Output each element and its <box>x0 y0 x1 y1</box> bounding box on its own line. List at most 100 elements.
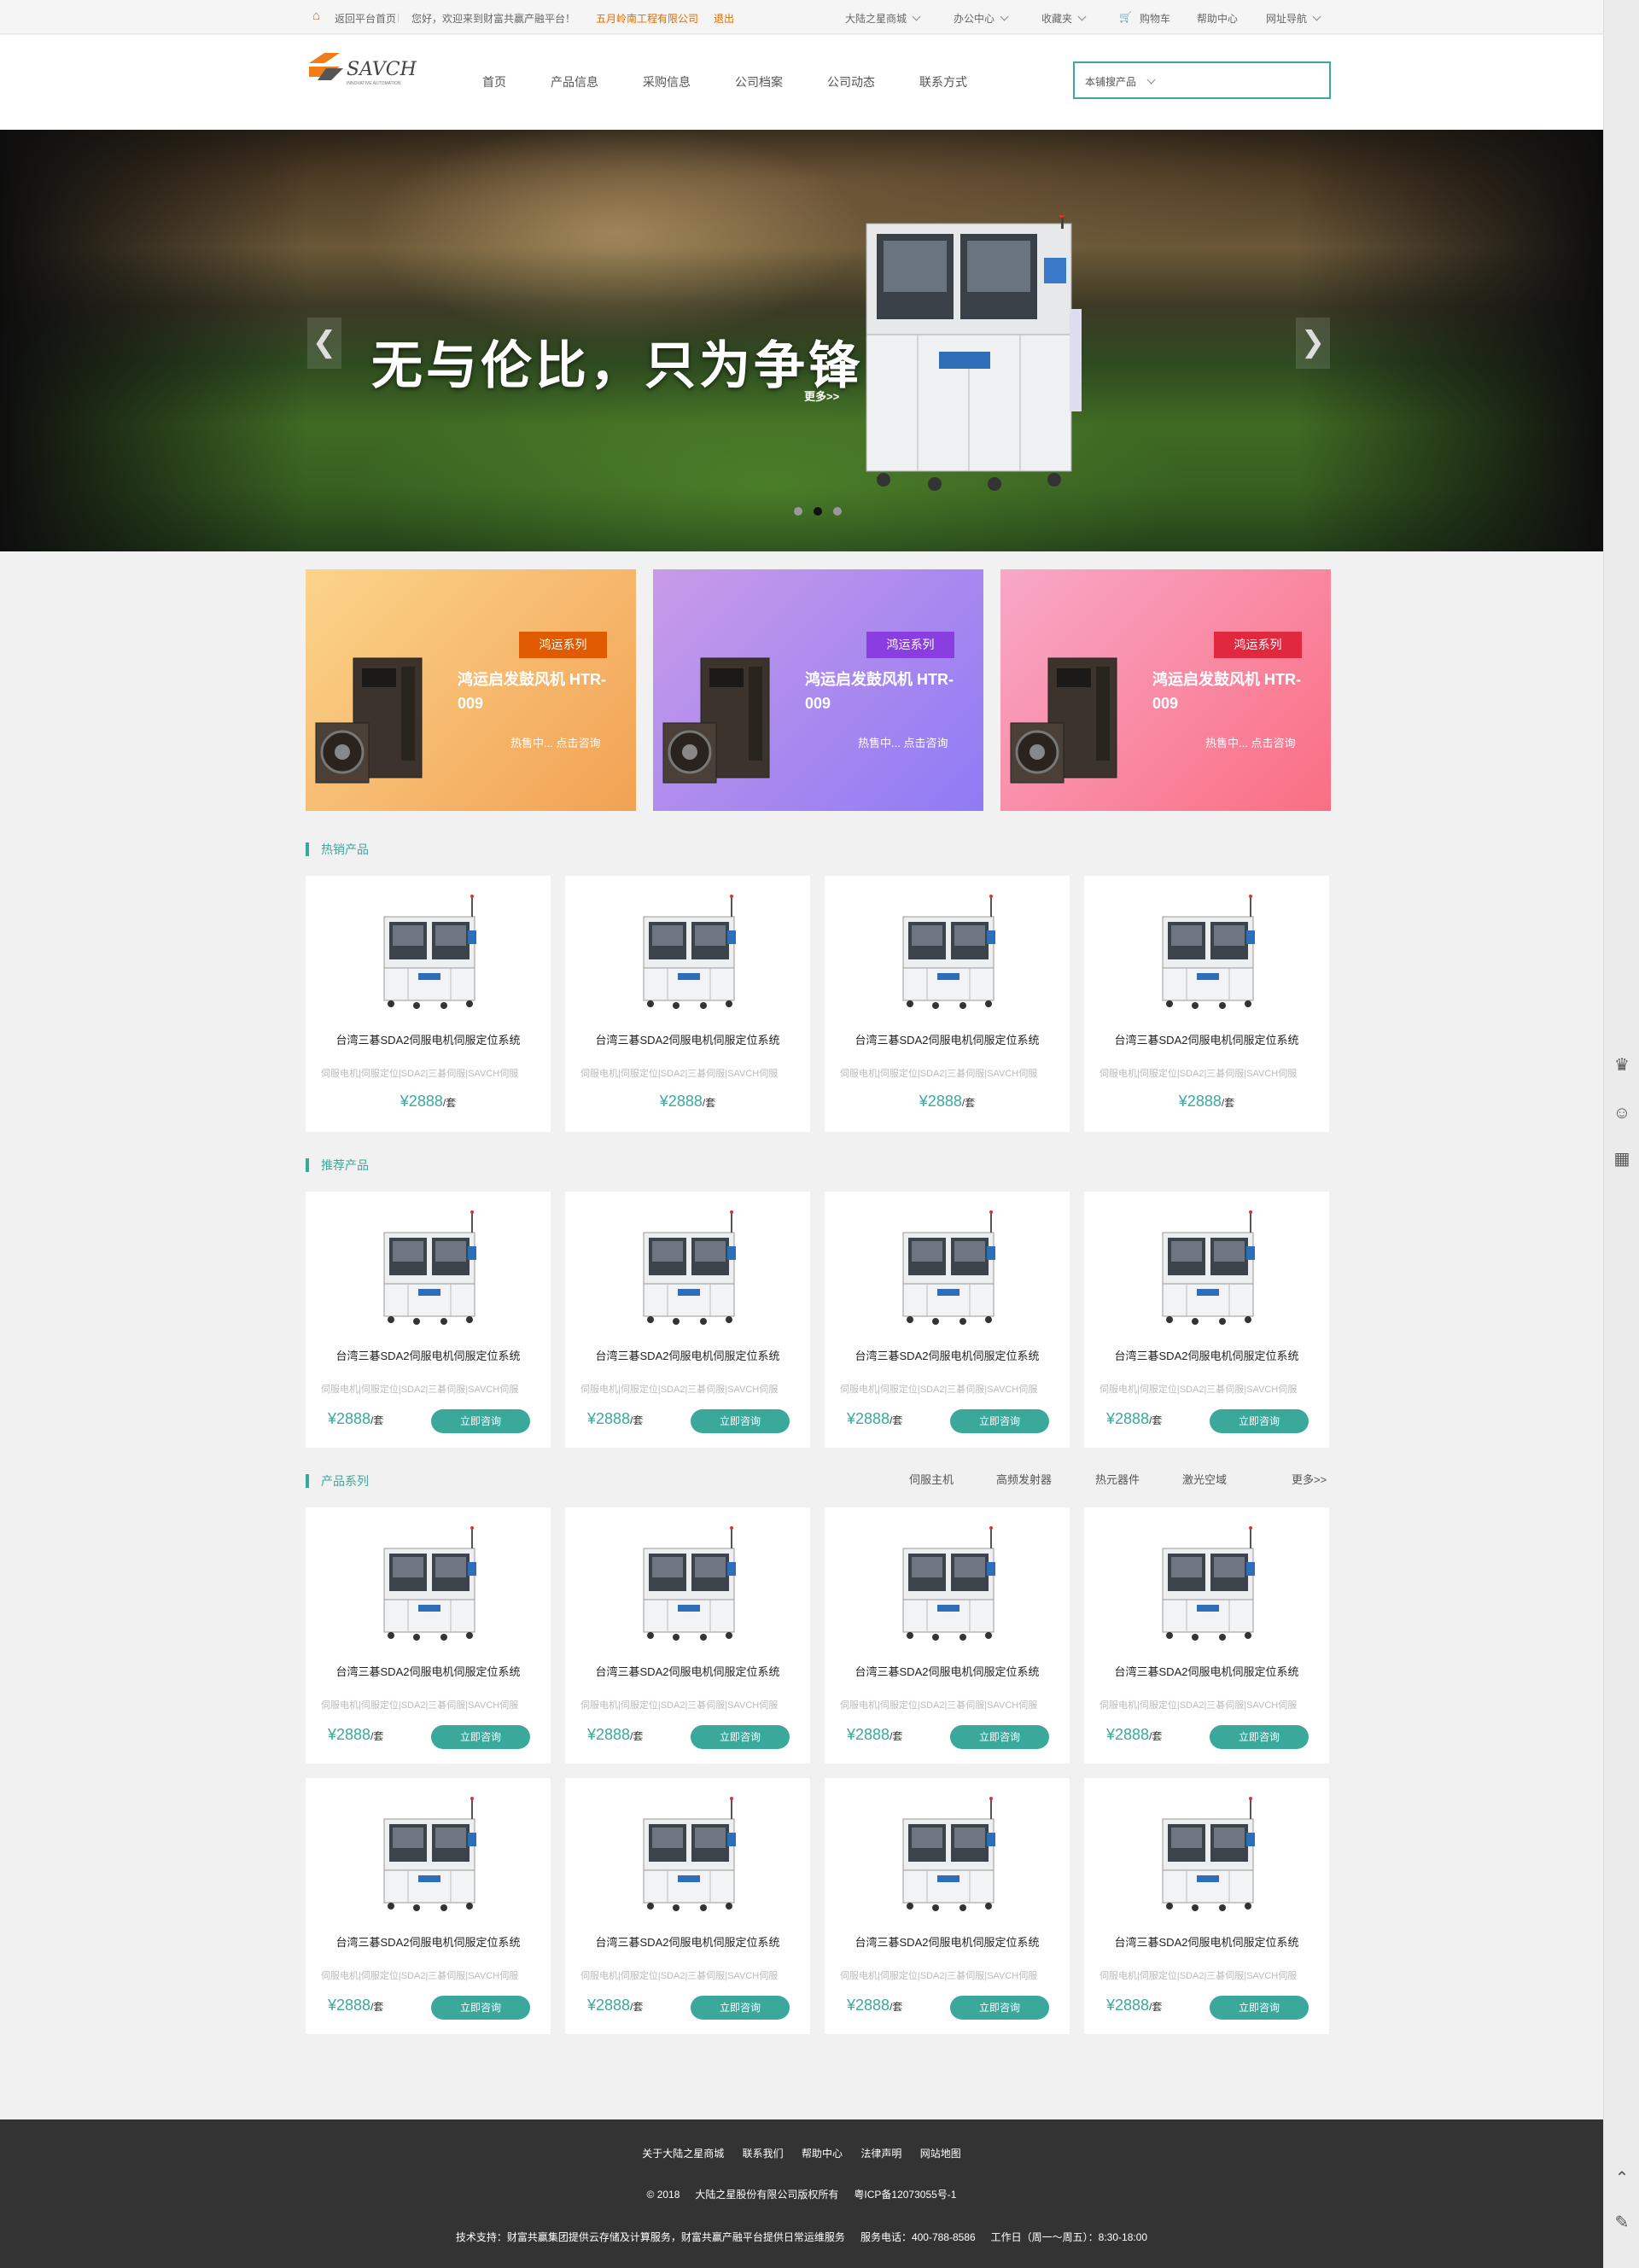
footer-link-legal[interactable]: 法律声明 <box>860 2148 901 2160</box>
series-tab-1[interactable]: 伺服主机 <box>909 1471 954 1487</box>
consult-button[interactable]: 立即咨询 <box>691 1725 790 1749</box>
product-card[interactable]: 台湾三碁SDA2伺服电机伺服定位系统 伺服电机|伺服定位|SDA2|三碁伺服|SA… <box>565 1192 810 1448</box>
back-to-top-icon[interactable]: ⌃ <box>1612 2168 1632 2189</box>
cart-icon[interactable]: 🛒 <box>1119 11 1132 23</box>
series-tab-2[interactable]: 高频发射器 <box>996 1471 1052 1487</box>
search-input[interactable] <box>1169 70 1322 90</box>
consult-button[interactable]: 立即咨询 <box>431 1725 530 1749</box>
feedback-edit-icon[interactable]: ✎ <box>1612 2213 1632 2233</box>
consult-button[interactable]: 立即咨询 <box>431 1409 530 1433</box>
product-desc: 伺服电机|伺服定位|SDA2|三碁伺服|SAVCH伺服 <box>321 1385 519 1395</box>
product-title[interactable]: 台湾三碁SDA2伺服电机伺服定位系统 <box>1084 1663 1329 1679</box>
product-card[interactable]: 台湾三碁SDA2伺服电机伺服定位系统伺服电机|伺服定位|SDA2|三碁伺服|SA… <box>306 1192 551 1448</box>
company-link[interactable]: 五月岭南工程有限公司 <box>596 11 698 26</box>
product-image <box>902 1210 995 1325</box>
slide-dot-2[interactable] <box>814 507 822 516</box>
menu-sitenav[interactable]: 网址导航 <box>1266 11 1321 26</box>
product-card[interactable]: 台湾三碁SDA2伺服电机伺服定位系统 伺服电机|伺服定位|SDA2|三碁伺服|SA… <box>1084 1192 1329 1448</box>
product-title[interactable]: 台湾三碁SDA2伺服电机伺服定位系统 <box>1084 1347 1329 1363</box>
footer-link-about[interactable]: 关于大陆之星商城 <box>642 2148 724 2160</box>
product-card[interactable]: 台湾三碁SDA2伺服电机伺服定位系统 伺服电机|伺服定位|SDA2|三碁伺服|SA… <box>825 1192 1070 1448</box>
consult-button[interactable]: 立即咨询 <box>1210 1725 1309 1749</box>
footer-link-sitemap[interactable]: 网站地图 <box>920 2148 961 2160</box>
consult-button[interactable]: 立即咨询 <box>691 1996 790 2020</box>
product-card[interactable]: 台湾三碁SDA2伺服电机伺服定位系统 伺服电机|伺服定位|SDA2|三碁伺服|SA… <box>825 1778 1070 2034</box>
product-title[interactable]: 台湾三碁SDA2伺服电机伺服定位系统 <box>565 1031 810 1047</box>
series-tab-4[interactable]: 激光空域 <box>1182 1471 1227 1487</box>
slide-dot-1[interactable] <box>794 507 802 516</box>
menu-favorites[interactable]: 收藏夹 <box>1041 11 1087 26</box>
product-card[interactable]: 台湾三碁SDA2伺服电机伺服定位系统 伺服电机|伺服定位|SDA2|三碁伺服|SA… <box>1084 1507 1329 1764</box>
menu-mall[interactable]: 大陆之星商城 <box>845 11 921 26</box>
consult-button[interactable]: 立即咨询 <box>950 1996 1049 2020</box>
product-card[interactable]: 台湾三碁SDA2伺服电机伺服定位系统 伺服电机|伺服定位|SDA2|三碁伺服|SA… <box>306 1507 551 1764</box>
product-title[interactable]: 台湾三碁SDA2伺服电机伺服定位系统 <box>565 1347 810 1363</box>
product-title[interactable]: 台湾三碁SDA2伺服电机伺服定位系统 <box>306 1663 551 1679</box>
home-icon[interactable]: ⌂ <box>312 9 320 23</box>
product-title[interactable]: 台湾三碁SDA2伺服电机伺服定位系统 <box>825 1663 1070 1679</box>
menu-office[interactable]: 办公中心 <box>954 11 1009 26</box>
product-price: ¥2888/套 <box>587 1726 644 1743</box>
product-image <box>643 1210 736 1325</box>
product-title[interactable]: 台湾三碁SDA2伺服电机伺服定位系统 <box>565 1663 810 1679</box>
promo-cta[interactable]: 热售中... 点击咨询 <box>858 734 948 750</box>
product-title[interactable]: 台湾三碁SDA2伺服电机伺服定位系统 <box>825 1031 1070 1047</box>
consult-button[interactable]: 立即咨询 <box>431 1996 530 2020</box>
promo-card[interactable]: 鸿运系列 鸿运启发鼓风机 HTR-009 热售中... 点击咨询 <box>306 569 636 811</box>
consult-button[interactable]: 立即咨询 <box>950 1725 1049 1749</box>
product-title[interactable]: 台湾三碁SDA2伺服电机伺服定位系统 <box>825 1933 1070 1950</box>
promo-cta[interactable]: 热售中... 点击咨询 <box>1205 734 1295 750</box>
logo[interactable]: SAVCH INNOVATIVE AUTOMATION <box>306 48 434 90</box>
product-card[interactable]: 台湾三碁SDA2伺服电机伺服定位系统 伺服电机|伺服定位|SDA2|三碁伺服|SA… <box>565 876 810 1132</box>
hero-more-link[interactable]: 更多>> <box>804 388 839 404</box>
product-title[interactable]: 台湾三碁SDA2伺服电机伺服定位系统 <box>1084 1933 1329 1950</box>
product-card[interactable]: 台湾三碁SDA2伺服电机伺服定位系统 伺服电机|伺服定位|SDA2|三碁伺服|SA… <box>306 876 551 1132</box>
consult-button[interactable]: 立即咨询 <box>1210 1996 1309 2020</box>
hero-next-arrow[interactable]: ❯ <box>1296 318 1330 369</box>
series-tab-3[interactable]: 热元器件 <box>1095 1471 1140 1487</box>
nav-products[interactable]: 产品信息 <box>551 73 598 90</box>
home-link[interactable]: 返回平台首页 <box>335 11 396 26</box>
qrcode-icon[interactable]: ▦ <box>1612 1149 1632 1169</box>
product-card[interactable]: 台湾三碁SDA2伺服电机伺服定位系统 伺服电机|伺服定位|SDA2|三碁伺服|SA… <box>1084 876 1329 1132</box>
product-price: ¥2888/套 <box>328 1726 384 1743</box>
slide-dot-3[interactable] <box>833 507 842 516</box>
qq-icon[interactable]: ☺ <box>1612 1103 1632 1123</box>
product-image <box>383 1797 476 1911</box>
product-title[interactable]: 台湾三碁SDA2伺服电机伺服定位系统 <box>306 1031 551 1047</box>
footer-links: 关于大陆之星商城 联系我们 帮助中心 法律声明 网站地图 <box>0 2146 1603 2160</box>
nav-home[interactable]: 首页 <box>482 73 506 90</box>
footer-link-contact[interactable]: 联系我们 <box>743 2148 784 2160</box>
product-title[interactable]: 台湾三碁SDA2伺服电机伺服定位系统 <box>306 1347 551 1363</box>
product-title[interactable]: 台湾三碁SDA2伺服电机伺服定位系统 <box>565 1933 810 1950</box>
product-image <box>643 1797 736 1911</box>
product-title[interactable]: 台湾三碁SDA2伺服电机伺服定位系统 <box>1084 1031 1329 1047</box>
series-more-link[interactable]: 更多>> <box>1292 1471 1327 1487</box>
product-card[interactable]: 台湾三碁SDA2伺服电机伺服定位系统 伺服电机|伺服定位|SDA2|三碁伺服|SA… <box>825 1507 1070 1764</box>
promo-card[interactable]: 鸿运系列 鸿运启发鼓风机 HTR-009 热售中... 点击咨询 <box>1000 569 1331 811</box>
promo-card[interactable]: 鸿运系列 鸿运启发鼓风机 HTR-009 热售中... 点击咨询 <box>653 569 983 811</box>
product-card[interactable]: 台湾三碁SDA2伺服电机伺服定位系统 伺服电机|伺服定位|SDA2|三碁伺服|SA… <box>825 876 1070 1132</box>
product-title[interactable]: 台湾三碁SDA2伺服电机伺服定位系统 <box>306 1933 551 1950</box>
product-price: ¥2888/套 <box>847 1997 903 2014</box>
consult-button[interactable]: 立即咨询 <box>1210 1409 1309 1433</box>
nav-purchase[interactable]: 采购信息 <box>643 73 691 90</box>
consult-button[interactable]: 立即咨询 <box>691 1409 790 1433</box>
footer-link-help[interactable]: 帮助中心 <box>802 2148 843 2160</box>
nav-news[interactable]: 公司动态 <box>827 73 875 90</box>
nav-company[interactable]: 公司档案 <box>735 73 783 90</box>
crown-icon[interactable]: ♛ <box>1612 1055 1632 1076</box>
search-scope-select[interactable]: 本铺搜产品 <box>1085 74 1156 89</box>
promo-cta[interactable]: 热售中... 点击咨询 <box>510 734 600 750</box>
product-card[interactable]: 台湾三碁SDA2伺服电机伺服定位系统 伺服电机|伺服定位|SDA2|三碁伺服|SA… <box>565 1507 810 1764</box>
product-card[interactable]: 台湾三碁SDA2伺服电机伺服定位系统 伺服电机|伺服定位|SDA2|三碁伺服|SA… <box>306 1778 551 2034</box>
consult-button[interactable]: 立即咨询 <box>950 1409 1049 1433</box>
menu-cart[interactable]: 购物车 <box>1140 11 1170 26</box>
product-title[interactable]: 台湾三碁SDA2伺服电机伺服定位系统 <box>825 1347 1070 1363</box>
nav-contact[interactable]: 联系方式 <box>919 73 967 90</box>
product-card[interactable]: 台湾三碁SDA2伺服电机伺服定位系统 伺服电机|伺服定位|SDA2|三碁伺服|SA… <box>1084 1778 1329 2034</box>
product-card[interactable]: 台湾三碁SDA2伺服电机伺服定位系统 伺服电机|伺服定位|SDA2|三碁伺服|SA… <box>565 1778 810 2034</box>
hero-prev-arrow[interactable]: ❮ <box>307 318 341 369</box>
menu-help[interactable]: 帮助中心 <box>1197 11 1238 26</box>
logout-link[interactable]: 退出 <box>714 11 734 26</box>
